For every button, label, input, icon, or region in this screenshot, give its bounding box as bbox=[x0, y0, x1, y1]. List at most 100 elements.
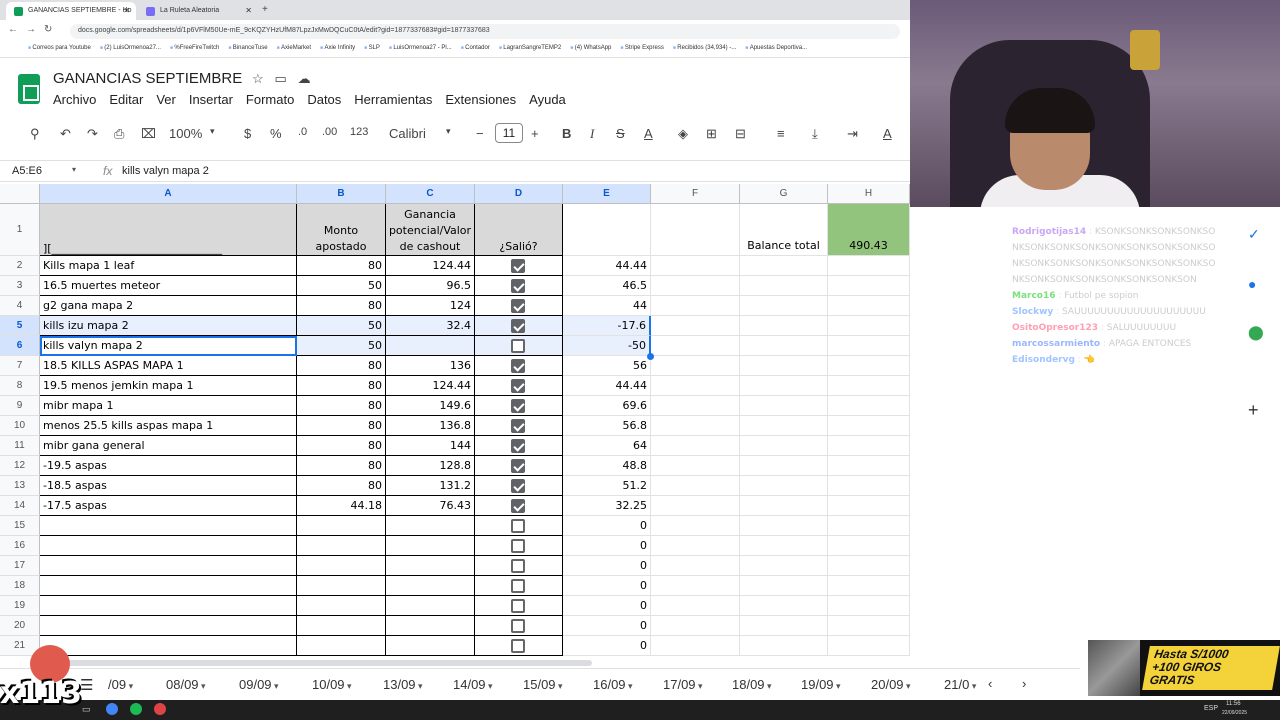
browser-tab-sheets[interactable]: GANANCIAS SEPTIEMBRE - Ho ✕ bbox=[6, 2, 136, 20]
amount-cell[interactable] bbox=[297, 636, 386, 656]
empty-cell[interactable] bbox=[651, 296, 740, 316]
empty-cell[interactable] bbox=[740, 356, 828, 376]
result-checkbox-cell[interactable] bbox=[475, 456, 563, 476]
empty-cell[interactable] bbox=[651, 516, 740, 536]
new-tab-icon[interactable]: + bbox=[262, 4, 268, 15]
column-header-g[interactable]: G bbox=[740, 184, 828, 204]
row-header[interactable]: 10 bbox=[0, 416, 40, 436]
increase-decimal-button[interactable]: .00 bbox=[322, 126, 337, 138]
paint-format-icon[interactable]: ⌧ bbox=[141, 126, 156, 142]
amount-cell[interactable] bbox=[297, 596, 386, 616]
amount-cell[interactable]: 80 bbox=[297, 476, 386, 496]
horizontal-align-icon[interactable]: ≡ bbox=[777, 126, 785, 141]
bet-name-cell[interactable]: mibr gana general bbox=[40, 436, 297, 456]
result-checkbox-cell[interactable] bbox=[475, 356, 563, 376]
bet-name-cell[interactable]: -17.5 aspas bbox=[40, 496, 297, 516]
header-cell-e[interactable] bbox=[563, 204, 651, 256]
percent-format-button[interactable]: % bbox=[270, 126, 282, 141]
url-input[interactable]: docs.google.com/spreadsheets/d/1p6VFlM50… bbox=[70, 24, 900, 39]
profit-cell[interactable]: -50 bbox=[563, 336, 651, 356]
result-checkbox-cell[interactable] bbox=[475, 336, 563, 356]
profit-cell[interactable]: 44 bbox=[563, 296, 651, 316]
bet-name-cell[interactable]: menos 25.5 kills aspas mapa 1 bbox=[40, 416, 297, 436]
bet-name-cell[interactable]: kills izu mapa 2 bbox=[40, 316, 297, 336]
result-checkbox-cell[interactable] bbox=[475, 276, 563, 296]
add-addon-icon[interactable]: + bbox=[1248, 400, 1259, 421]
profit-cell[interactable]: 69.6 bbox=[563, 396, 651, 416]
result-checkbox[interactable] bbox=[511, 299, 525, 313]
text-color-icon[interactable]: A bbox=[644, 126, 653, 141]
sheet-tab[interactable]: 19/09 bbox=[801, 677, 841, 692]
result-checkbox[interactable] bbox=[511, 639, 525, 653]
row-header[interactable]: 3 bbox=[0, 276, 40, 296]
row-header[interactable]: 8 bbox=[0, 376, 40, 396]
clock-date[interactable]: 22/09/2025 bbox=[1222, 710, 1247, 716]
header-cell-monto[interactable]: Monto apostado bbox=[297, 204, 386, 256]
app-taskbar-icon[interactable] bbox=[154, 703, 166, 715]
bet-name-cell[interactable] bbox=[40, 576, 297, 596]
profit-cell[interactable]: 56 bbox=[563, 356, 651, 376]
amount-cell[interactable]: 80 bbox=[297, 256, 386, 276]
potential-gain-cell[interactable]: 124.44 bbox=[386, 376, 475, 396]
empty-cell[interactable] bbox=[828, 496, 910, 516]
column-header-d[interactable]: D bbox=[475, 184, 563, 204]
bet-name-cell[interactable]: g2 gana mapa 2 bbox=[40, 296, 297, 316]
menu-ver[interactable]: Ver bbox=[156, 92, 176, 107]
cloud-status-icon[interactable]: ☁ bbox=[298, 71, 311, 86]
empty-cell[interactable] bbox=[740, 296, 828, 316]
close-tab-icon[interactable]: ✕ bbox=[123, 6, 130, 15]
close-tab-icon[interactable]: ✕ bbox=[245, 6, 252, 15]
language-indicator[interactable]: ESP bbox=[1204, 705, 1218, 712]
row-header[interactable]: 20 bbox=[0, 616, 40, 636]
potential-gain-cell[interactable] bbox=[386, 556, 475, 576]
row-header[interactable]: 17 bbox=[0, 556, 40, 576]
result-checkbox-cell[interactable] bbox=[475, 416, 563, 436]
result-checkbox-cell[interactable] bbox=[475, 476, 563, 496]
bet-name-cell[interactable]: 16.5 muertes meteor bbox=[40, 276, 297, 296]
sheet-tab[interactable]: 21/0 bbox=[944, 677, 976, 692]
result-checkbox-cell[interactable] bbox=[475, 536, 563, 556]
spotify-taskbar-icon[interactable] bbox=[130, 703, 142, 715]
redo-icon[interactable]: ↷ bbox=[87, 126, 98, 142]
empty-cell[interactable] bbox=[740, 316, 828, 336]
empty-cell[interactable] bbox=[740, 436, 828, 456]
potential-gain-cell[interactable] bbox=[386, 636, 475, 656]
empty-cell[interactable] bbox=[651, 556, 740, 576]
result-checkbox[interactable] bbox=[511, 259, 525, 273]
empty-cell[interactable] bbox=[740, 256, 828, 276]
amount-cell[interactable] bbox=[297, 556, 386, 576]
result-checkbox-cell[interactable] bbox=[475, 436, 563, 456]
result-checkbox-cell[interactable] bbox=[475, 496, 563, 516]
undo-icon[interactable]: ↶ bbox=[60, 126, 71, 142]
amount-cell[interactable]: 44.18 bbox=[297, 496, 386, 516]
taskbar-search-icon[interactable]: ▭ bbox=[82, 704, 91, 715]
document-title[interactable]: GANANCIAS SEPTIEMBRE bbox=[53, 70, 242, 87]
row-header[interactable]: 14 bbox=[0, 496, 40, 516]
row-header[interactable]: 19 bbox=[0, 596, 40, 616]
potential-gain-cell[interactable]: 76.43 bbox=[386, 496, 475, 516]
profit-cell[interactable]: 0 bbox=[563, 576, 651, 596]
more-formats-button[interactable]: 123 bbox=[350, 126, 368, 138]
empty-cell[interactable] bbox=[828, 636, 910, 656]
bet-name-cell[interactable]: 19.5 menos jemkin mapa 1 bbox=[40, 376, 297, 396]
sheets-logo-icon[interactable] bbox=[18, 74, 40, 104]
fill-color-icon[interactable]: ◈ bbox=[678, 126, 688, 142]
bet-name-cell[interactable]: -19.5 aspas bbox=[40, 456, 297, 476]
star-icon[interactable]: ☆ bbox=[252, 71, 264, 86]
row-header[interactable]: 13 bbox=[0, 476, 40, 496]
text-wrap-icon[interactable]: ⇥ bbox=[847, 126, 858, 142]
bookmark-item[interactable]: (2) LuisOrmenoa27... bbox=[100, 45, 161, 51]
amount-cell[interactable]: 80 bbox=[297, 396, 386, 416]
bet-name-cell[interactable] bbox=[40, 536, 297, 556]
menu-extensiones[interactable]: Extensiones bbox=[445, 92, 516, 107]
profit-cell[interactable]: 44.44 bbox=[563, 376, 651, 396]
zoom-chevron-icon[interactable]: ▾ bbox=[210, 126, 215, 137]
header-cell-ganancia[interactable]: Ganancia potencial/Valor de cashout bbox=[386, 204, 475, 256]
empty-cell[interactable] bbox=[828, 556, 910, 576]
amount-cell[interactable]: 50 bbox=[297, 276, 386, 296]
amount-cell[interactable]: 80 bbox=[297, 376, 386, 396]
bold-icon[interactable]: B bbox=[562, 126, 571, 141]
menu-insertar[interactable]: Insertar bbox=[189, 92, 233, 107]
result-checkbox-cell[interactable] bbox=[475, 616, 563, 636]
row-header[interactable]: 11 bbox=[0, 436, 40, 456]
